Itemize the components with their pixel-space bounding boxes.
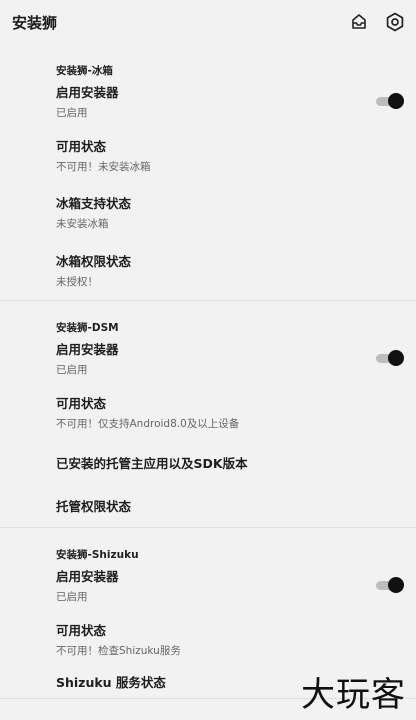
pref-title: 托管权限状态 xyxy=(56,498,132,514)
availability-pref[interactable]: 可用状态 不可用！仅支持Android8.0及以上设备 xyxy=(0,383,416,441)
app-bar: 安装狮 xyxy=(0,0,416,44)
enable-installer-switch[interactable] xyxy=(376,350,404,366)
icebox-support-pref[interactable]: 冰箱支持状态 未安装冰箱 xyxy=(0,184,416,240)
pref-title: 可用状态 xyxy=(56,396,107,411)
section-dsm: 安装狮-DSM 启用安装器 已启用 可用状态 不可用！仅支持Android8.0… xyxy=(0,301,416,528)
pref-title: 已安装的托管主应用以及SDK版本 xyxy=(56,455,248,471)
pref-subtitle: 不可用！检查Shizuku服务 xyxy=(56,645,181,657)
section-header: 安装狮-冰箱 xyxy=(56,65,113,77)
enable-installer-pref[interactable]: 启用安装器 已启用 xyxy=(0,76,416,126)
pref-subtitle: 未授权！ xyxy=(56,276,98,288)
availability-pref[interactable]: 可用状态 不可用！检查Shizuku服务 xyxy=(0,610,416,668)
icebox-permission-pref[interactable]: 冰箱权限状态 未授权！ xyxy=(0,240,416,300)
pref-subtitle: 不可用！仅支持Android8.0及以上设备 xyxy=(56,418,240,430)
section-header: 安装狮-Shizuku xyxy=(56,549,139,561)
settings-icon[interactable] xyxy=(384,11,406,33)
enable-installer-switch[interactable] xyxy=(376,577,404,593)
pref-title: 可用状态 xyxy=(56,139,107,154)
availability-pref[interactable]: 可用状态 不可用！未安装冰箱 xyxy=(0,126,416,184)
pref-title: 启用安装器 xyxy=(56,569,119,584)
pref-subtitle: 未安装冰箱 xyxy=(56,218,109,230)
section-header: 安装狮-DSM xyxy=(56,322,119,334)
pref-title: 可用状态 xyxy=(56,623,107,638)
pref-title: 冰箱权限状态 xyxy=(56,254,132,269)
pref-subtitle: 已启用 xyxy=(56,364,88,376)
enable-installer-switch[interactable] xyxy=(376,93,404,109)
pref-subtitle: 不可用！未安装冰箱 xyxy=(56,161,151,173)
watermark-logo: 大玩客 xyxy=(301,675,406,715)
managed-permission-pref[interactable]: 托管权限状态 xyxy=(0,483,416,527)
enable-installer-pref[interactable]: 启用安装器 已启用 xyxy=(0,333,416,383)
sdk-version-pref[interactable]: 已安装的托管主应用以及SDK版本 xyxy=(0,441,416,483)
pref-subtitle: 已启用 xyxy=(56,591,88,603)
enable-installer-pref[interactable]: 启用安装器 已启用 xyxy=(0,560,416,610)
inbox-icon[interactable] xyxy=(348,11,370,33)
pref-title: 启用安装器 xyxy=(56,85,119,100)
pref-subtitle: 已启用 xyxy=(56,107,88,119)
section-icebox: 安装狮-冰箱 启用安装器 已启用 可用状态 不可用！未安装冰箱 冰箱支持状态 未… xyxy=(0,44,416,301)
pref-title: 冰箱支持状态 xyxy=(56,196,132,211)
app-title: 安装狮 xyxy=(12,13,58,32)
pref-title: 启用安装器 xyxy=(56,342,119,357)
